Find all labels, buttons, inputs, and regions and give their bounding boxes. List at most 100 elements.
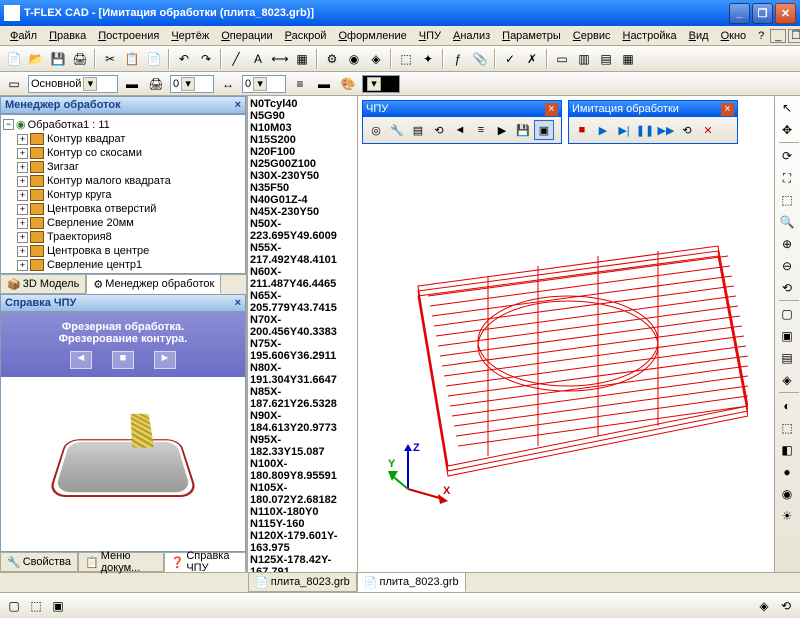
menu-cnc[interactable]: ЧПУ	[413, 28, 447, 44]
coord2-input[interactable]: 0 ▾	[242, 75, 286, 93]
var-icon[interactable]: ƒ	[448, 49, 468, 69]
tree-item[interactable]: +Контур со скосами	[3, 146, 243, 160]
list-icon[interactable]: ≡	[471, 120, 491, 140]
menu-nesting[interactable]: Раскрой	[279, 28, 333, 44]
rotate-icon[interactable]: ⟲	[777, 278, 797, 298]
nc-line[interactable]: N40G01Z-4	[250, 194, 355, 206]
stop-icon[interactable]: ■	[572, 120, 592, 140]
color-combo[interactable]: ▾	[362, 75, 400, 93]
tree-item[interactable]: +Центровка в центре	[3, 244, 243, 258]
weight-icon[interactable]: ▬	[314, 74, 334, 94]
nc-line[interactable]: N65X-205.779Y43.7415	[250, 290, 355, 314]
close-button[interactable]: ✕	[775, 3, 796, 24]
expand-icon[interactable]: +	[17, 260, 28, 271]
cursor-icon[interactable]: ↖	[777, 98, 797, 118]
tree-item[interactable]: +Контур малого квадрата	[3, 174, 243, 188]
shade-icon[interactable]: ◐	[777, 396, 797, 416]
zoom-sel-icon[interactable]: ⬚	[777, 190, 797, 210]
paste-icon[interactable]: 📄	[144, 49, 164, 69]
group-icon[interactable]: ⬚	[396, 49, 416, 69]
layer-icon[interactable]: ▭	[4, 74, 24, 94]
open-icon[interactable]: 📂	[26, 49, 46, 69]
abort-icon[interactable]: ✕	[698, 120, 718, 140]
dim2-icon[interactable]: ↔	[218, 74, 238, 94]
nc-line[interactable]: N70X-200.456Y40.3383	[250, 314, 355, 338]
close-icon[interactable]: ×	[545, 103, 558, 116]
light-icon[interactable]: ☀	[777, 506, 797, 526]
nc-line[interactable]: N75X-195.606Y36.2911	[250, 338, 355, 362]
copy-icon[interactable]: 📋	[122, 49, 142, 69]
linetype-icon[interactable]: ≡	[290, 74, 310, 94]
hatch-icon[interactable]: ▦	[292, 49, 312, 69]
tree-item[interactable]: +Контур круга	[3, 188, 243, 202]
view3-icon[interactable]: ▤	[596, 49, 616, 69]
nc-line[interactable]: N110X-180Y0	[250, 506, 355, 518]
nc-line[interactable]: N55X-217.492Y48.4101	[250, 242, 355, 266]
line-icon[interactable]: ╱	[226, 49, 246, 69]
sb-icon[interactable]: ▣	[48, 596, 68, 616]
save-icon[interactable]: 💾	[513, 120, 533, 140]
tree-root[interactable]: − ◉ Обработка1 : 11	[3, 117, 243, 132]
back-icon[interactable]: ◄	[450, 120, 470, 140]
tool-icon[interactable]: ⚙	[322, 49, 342, 69]
view-top-icon[interactable]: ▢	[777, 304, 797, 324]
tool3-icon[interactable]: ◈	[366, 49, 386, 69]
speed-icon[interactable]: ⟲	[429, 120, 449, 140]
nc-line[interactable]: N115Y-160	[250, 518, 355, 530]
menu-format[interactable]: Оформление	[332, 28, 412, 44]
fit-icon[interactable]: ⛶	[777, 168, 797, 188]
nc-line[interactable]: N30X-230Y50	[250, 170, 355, 182]
panel-close-icon[interactable]: ×	[235, 297, 241, 309]
sb-icon[interactable]: ▢	[4, 596, 24, 616]
nc-line[interactable]: N20F100	[250, 146, 355, 158]
tool-icon[interactable]: 🔧	[387, 120, 407, 140]
tree-item[interactable]: +Сверление 20мм	[3, 216, 243, 230]
doc-tab-2[interactable]: 📄плита_8023.grb	[357, 573, 466, 592]
expand-icon[interactable]: +	[17, 204, 28, 215]
menu-ops[interactable]: Операции	[215, 28, 278, 44]
sheet-icon[interactable]: ▤	[408, 120, 428, 140]
collapse-icon[interactable]: −	[3, 119, 14, 130]
view-iso-icon[interactable]: ◈	[777, 370, 797, 390]
nc-line[interactable]: N125X-178.42Y-167.791	[250, 554, 355, 572]
nc-line[interactable]: N15S200	[250, 134, 355, 146]
chevron-down-icon[interactable]: ▾	[367, 77, 381, 91]
spinner-icon[interactable]: ▾	[253, 77, 267, 91]
nc-line[interactable]: N85X-187.621Y26.5328	[250, 386, 355, 410]
material-icon[interactable]: ◉	[777, 484, 797, 504]
nc-line[interactable]: N5G90	[250, 110, 355, 122]
doc-restore-button[interactable]: ❐	[788, 29, 800, 43]
attach-icon[interactable]: 📎	[470, 49, 490, 69]
path-icon[interactable]: ◎	[366, 120, 386, 140]
menu-drawing[interactable]: Чертёж	[165, 28, 215, 44]
tab-docmenu[interactable]: 📋Меню докум...	[78, 553, 164, 572]
layer-combo[interactable]: Основной ▾	[28, 75, 118, 93]
zoom-win-icon[interactable]: 🔍	[777, 212, 797, 232]
menu-service[interactable]: Сервис	[567, 28, 617, 44]
save-icon[interactable]: 💾	[48, 49, 68, 69]
ops-tree[interactable]: − ◉ Обработка1 : 11 +Контур квадрат+Конт…	[0, 114, 246, 274]
print-icon[interactable]: 🖨	[70, 49, 90, 69]
nc-line[interactable]: N0Tcyl40	[250, 98, 355, 110]
spinner-icon[interactable]: ▾	[181, 77, 195, 91]
view-side-icon[interactable]: ▤	[777, 348, 797, 368]
refresh-icon[interactable]: ⟳	[777, 146, 797, 166]
doc-tab-1[interactable]: 📄плита_8023.grb	[248, 573, 357, 592]
menu-window[interactable]: Окно	[715, 28, 753, 44]
cnc-toolbar[interactable]: ЧПУ× ◎ 🔧 ▤ ⟲ ◄ ≡ ▶ 💾 ▣	[362, 100, 562, 144]
chevron-down-icon[interactable]: ▾	[83, 77, 97, 91]
menu-params[interactable]: Параметры	[496, 28, 567, 44]
expand-icon[interactable]: +	[17, 232, 28, 243]
pause-icon[interactable]: ❚❚	[635, 120, 655, 140]
panel-close-icon[interactable]: ×	[235, 99, 241, 111]
nc-line[interactable]: N35F50	[250, 182, 355, 194]
expand-icon[interactable]: +	[17, 148, 28, 159]
active-icon[interactable]: ▣	[534, 120, 554, 140]
tree-item[interactable]: +Сверление центр1	[3, 258, 243, 272]
dim-icon[interactable]: ⟷	[270, 49, 290, 69]
menu-help[interactable]: ?	[752, 28, 770, 44]
tab-3dmodel[interactable]: 📦3D Модель	[0, 275, 86, 294]
menu-build[interactable]: Построения	[92, 28, 165, 44]
menu-view[interactable]: Вид	[683, 28, 715, 44]
nc-line[interactable]: N25G00Z100	[250, 158, 355, 170]
